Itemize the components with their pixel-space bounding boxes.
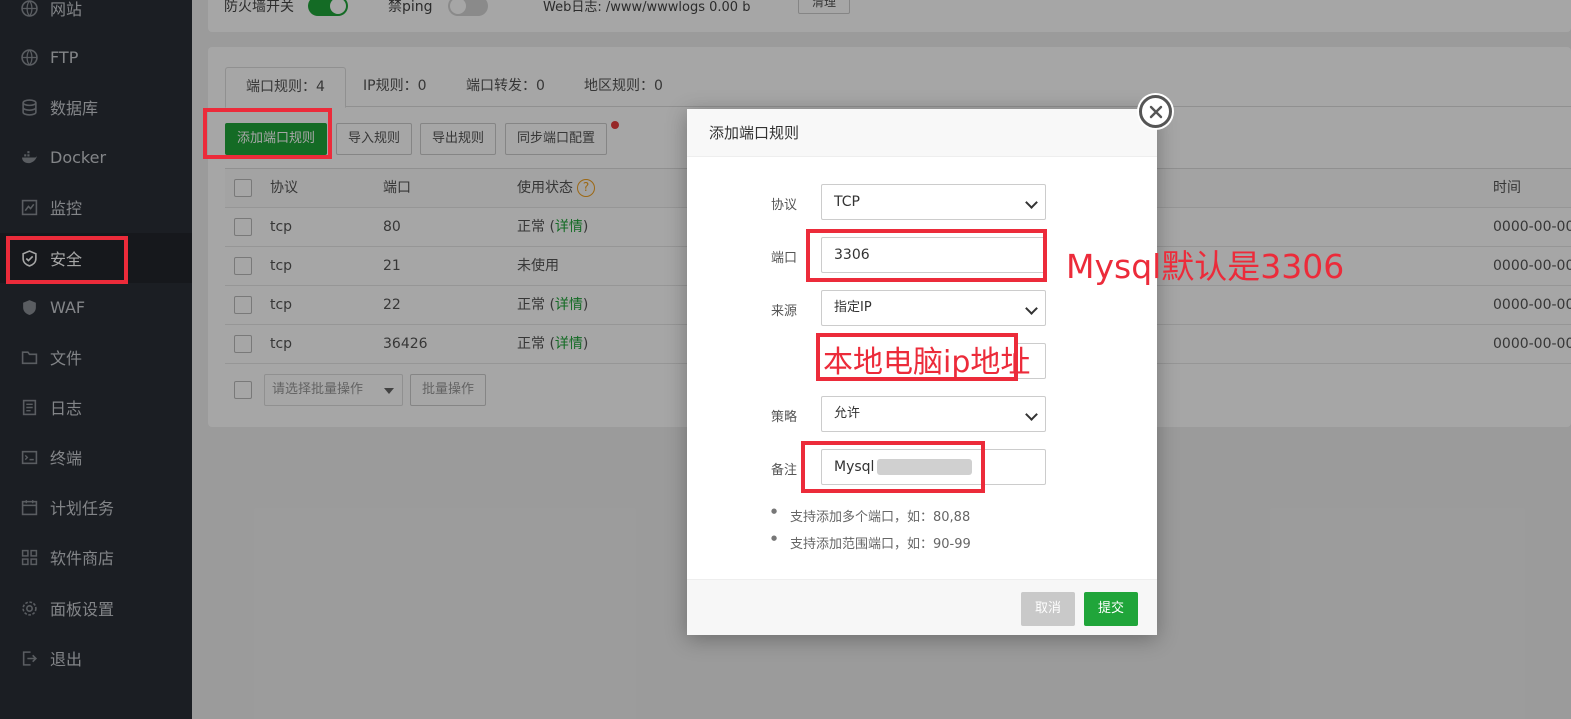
dialog-footer: 取消 提交 <box>687 579 1157 635</box>
policy-select[interactable]: 允许 <box>821 396 1046 432</box>
annotation-box-security <box>6 236 128 284</box>
dialog-title: 添加端口规则 <box>687 109 1157 157</box>
policy-label: 策略 <box>771 410 798 425</box>
protocol-label: 协议 <box>771 198 798 213</box>
protocol-select[interactable]: TCP <box>821 184 1046 220</box>
port-label: 端口 <box>771 251 798 266</box>
close-icon <box>1149 105 1162 118</box>
annotation-box-port <box>806 229 1047 282</box>
cancel-button[interactable]: 取消 <box>1021 592 1075 626</box>
remark-label: 备注 <box>771 463 798 478</box>
source-select[interactable]: 指定IP <box>821 290 1046 326</box>
hint-multi-port: 支持添加多个端口，如：80,88 <box>771 506 970 525</box>
annotation-box-add-button <box>203 108 332 159</box>
source-label: 来源 <box>771 304 798 319</box>
submit-button[interactable]: 提交 <box>1084 592 1138 626</box>
annotation-text-port: Mysql默认是3306 <box>1066 247 1345 286</box>
close-dialog-button[interactable] <box>1139 95 1172 128</box>
hint-port-range: 支持添加范围端口，如：90-99 <box>771 533 971 552</box>
annotation-box-remark <box>801 441 985 493</box>
annotation-text-ip: 本地电脑ip地址 <box>823 345 1031 380</box>
